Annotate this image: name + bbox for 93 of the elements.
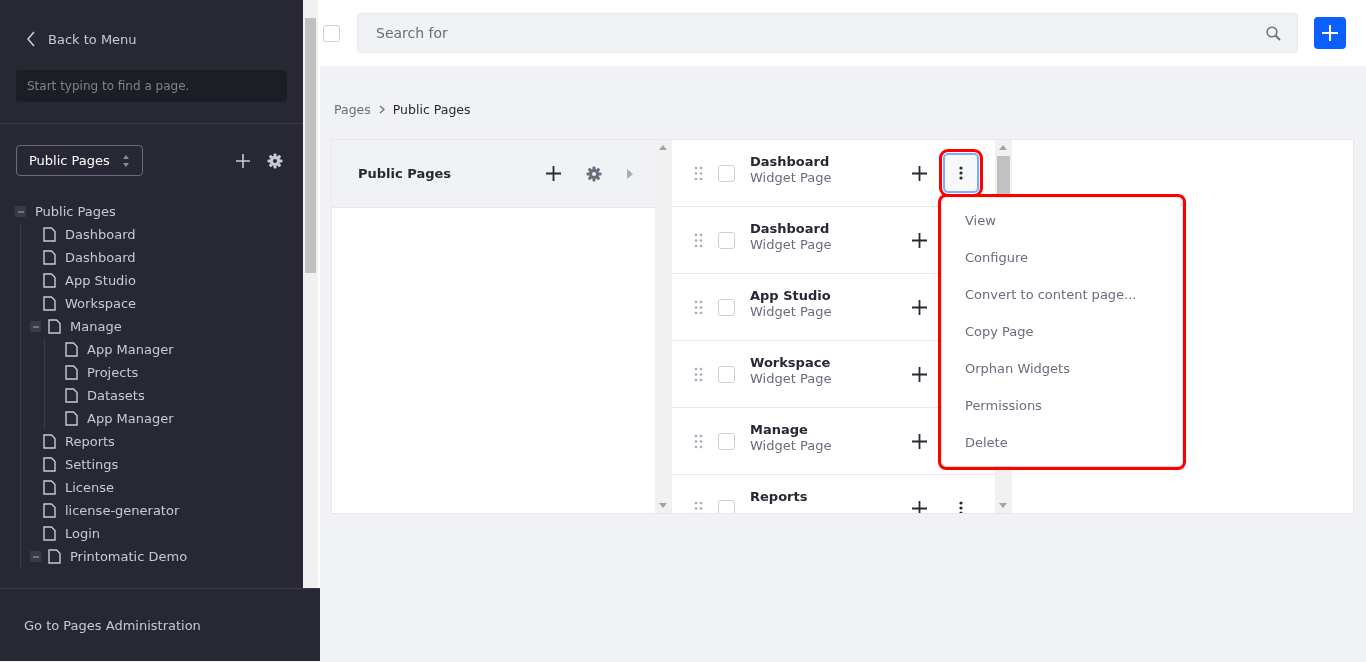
drag-handle-icon[interactable] — [694, 232, 703, 248]
page-type: Widget Page — [750, 371, 832, 386]
page-title[interactable]: Dashboard — [750, 154, 830, 169]
page-title[interactable]: Reports — [750, 489, 808, 504]
tree-item[interactable]: Settings — [65, 457, 119, 472]
page-icon — [48, 319, 61, 334]
page-icon — [65, 342, 78, 357]
tree-item[interactable]: App Manager — [87, 411, 174, 426]
page-title[interactable]: App Studio — [750, 288, 831, 303]
page-icon — [43, 434, 56, 449]
collapse-toggle[interactable] — [30, 551, 41, 562]
tree-item[interactable]: Dashboard — [65, 250, 136, 265]
collapse-toggle[interactable] — [30, 321, 41, 332]
page-type: Widget Page — [750, 170, 832, 185]
tree-item[interactable]: Printomatic Demo — [70, 549, 188, 564]
drag-handle-icon[interactable] — [694, 165, 703, 181]
tree-item[interactable]: Projects — [87, 365, 139, 380]
search-icon — [1266, 25, 1281, 41]
add-icon[interactable] — [912, 500, 927, 513]
add-icon[interactable] — [912, 299, 927, 315]
page-icon — [43, 457, 56, 472]
add-icon[interactable] — [912, 433, 927, 449]
tree-item[interactable]: Manage — [70, 319, 122, 334]
settings-icon[interactable] — [586, 165, 602, 182]
page-title[interactable]: Manage — [750, 422, 808, 437]
page-title[interactable]: Dashboard — [750, 221, 830, 236]
back-icon — [26, 31, 36, 47]
menu-item[interactable]: Permissions — [942, 387, 1182, 424]
scrollbar[interactable] — [655, 140, 672, 513]
menu-item[interactable]: Convert to content page... — [942, 276, 1182, 313]
page-type: Widget Page — [750, 438, 832, 453]
page-type: Widget Page — [750, 304, 832, 319]
back-link[interactable]: Back to Menu — [26, 30, 303, 48]
page-icon — [48, 549, 61, 564]
select-all-checkbox[interactable] — [323, 24, 340, 42]
caret-icon[interactable] — [627, 168, 633, 179]
page-icon — [43, 480, 56, 495]
page-icon — [65, 365, 78, 380]
tree-item[interactable]: License — [65, 480, 114, 495]
page-icon — [43, 296, 56, 311]
row-checkbox[interactable] — [718, 231, 735, 249]
tree-item[interactable]: Login — [65, 526, 101, 541]
row-checkbox[interactable] — [718, 298, 735, 316]
tree-item[interactable]: Dashboard — [65, 227, 136, 242]
menu-item[interactable]: View — [942, 202, 1182, 239]
scrollbar[interactable] — [303, 0, 318, 588]
page-icon — [43, 526, 56, 541]
more-icon — [959, 501, 963, 513]
search-field[interactable]: Start typing to find a page. — [16, 70, 287, 102]
page-title[interactable]: Workspace — [750, 355, 831, 370]
tree-item[interactable]: license-generator — [65, 503, 180, 518]
sort-icon — [121, 153, 130, 168]
tree-item[interactable]: Workspace — [65, 296, 137, 311]
add-icon[interactable] — [912, 366, 927, 382]
drag-handle-icon[interactable] — [694, 366, 703, 382]
menu-item[interactable]: Delete — [942, 424, 1182, 461]
plus-icon — [1321, 24, 1339, 42]
row-checkbox[interactable] — [718, 432, 735, 450]
row-checkbox[interactable] — [718, 499, 735, 513]
search-field[interactable]: Search for — [357, 13, 1298, 53]
chevron-icon — [378, 104, 385, 114]
breadcrumb-link[interactable]: Pages — [334, 101, 371, 117]
page-icon — [43, 273, 56, 288]
add-button[interactable] — [1314, 17, 1346, 49]
row-checkbox[interactable] — [718, 164, 735, 182]
add-icon[interactable] — [912, 232, 927, 248]
add-icon[interactable] — [912, 165, 927, 181]
menu-item[interactable]: Configure — [942, 239, 1182, 276]
row-checkbox[interactable] — [718, 365, 735, 383]
column-title[interactable]: Public Pages — [358, 166, 521, 181]
tree-item[interactable]: App Manager — [87, 342, 174, 357]
add-icon[interactable] — [546, 166, 561, 181]
site-selector[interactable]: Public Pages — [16, 145, 143, 176]
menu-item[interactable]: Orphan Widgets — [942, 350, 1182, 387]
tree-item[interactable]: Datasets — [87, 388, 145, 403]
breadcrumb-link[interactable]: Public Pages — [392, 101, 471, 117]
tree-item[interactable]: App Studio — [65, 273, 136, 288]
page-icon — [43, 250, 56, 265]
page-icon — [43, 227, 56, 242]
page-icon — [65, 411, 78, 426]
tree-item[interactable]: Reports — [65, 434, 115, 449]
pages-administration-link[interactable]: Go to Pages Administration — [24, 617, 201, 633]
drag-handle-icon[interactable] — [694, 500, 703, 513]
page-icon — [65, 388, 78, 403]
more-icon — [959, 166, 963, 180]
page-icon — [43, 503, 56, 518]
page-type: Widget Page — [750, 237, 832, 252]
drag-handle-icon[interactable] — [694, 299, 703, 315]
menu-item[interactable]: Copy Page — [942, 313, 1182, 350]
tree-item[interactable]: Public Pages — [35, 204, 116, 219]
collapse-toggle[interactable] — [15, 206, 26, 217]
drag-handle-icon[interactable] — [694, 433, 703, 449]
settings-icon[interactable] — [266, 152, 283, 169]
